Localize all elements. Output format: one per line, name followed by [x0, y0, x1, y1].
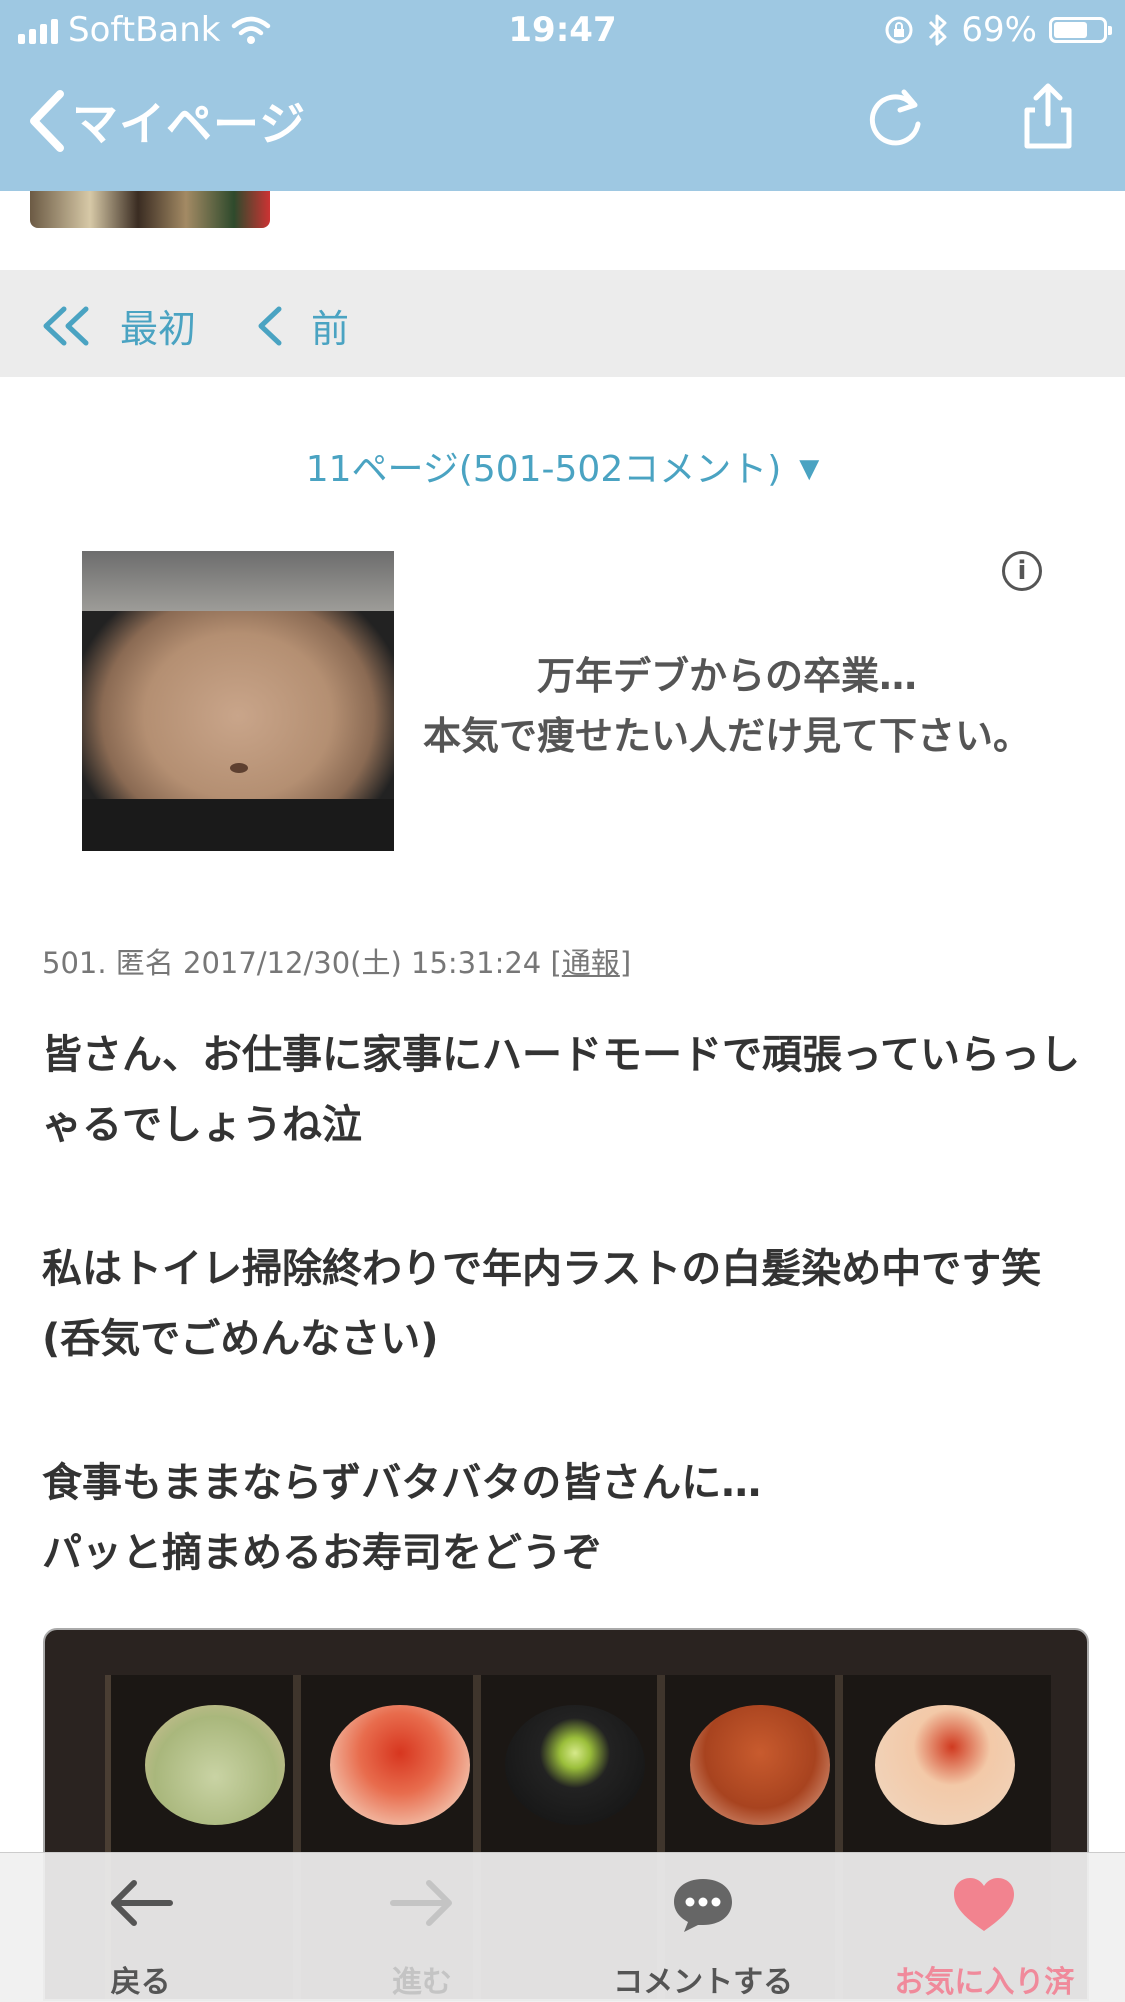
report-bracket-close: ] — [619, 946, 632, 980]
back-label: 戻る — [110, 1965, 171, 2000]
favorite-button[interactable]: お気に入り済 — [844, 1853, 1125, 2002]
forward-button[interactable]: 進む — [281, 1853, 562, 2002]
speech-bubble-icon — [674, 1879, 733, 1932]
pager-bar: 最初 前 — [0, 270, 1125, 377]
heart-icon — [954, 1878, 1015, 1931]
first-page-label: 最初 — [120, 307, 197, 351]
ad-line-1: 万年デブからの卒業… — [536, 654, 917, 698]
rotation-lock-icon — [885, 16, 913, 44]
comment-meta: 501. 匿名 2017/12/30(土) 15:31:24 [通報] — [42, 940, 631, 982]
arrow-right-icon — [389, 1880, 452, 1926]
dropdown-triangle-icon: ▼ — [799, 454, 820, 484]
ad-image — [82, 551, 394, 851]
previous-page-button[interactable]: 前 — [255, 298, 349, 353]
comment-header: 501. 匿名 2017/12/30(土) 15:31:24 — [42, 946, 542, 980]
forward-label: 進む — [391, 1965, 452, 2000]
navigation-bar: マイページ — [0, 62, 1125, 191]
ad-banner[interactable]: 万年デブからの卒業… 本気で痩せたい人だけ見て下さい。 i — [82, 551, 1042, 851]
ad-line-2: 本気で痩せたい人だけ見て下さい。 — [422, 714, 1031, 758]
comment-paragraph: 皆さん、お仕事に家事にハードモードで頑張っていらっしゃるでしょうね泣 — [42, 1032, 1080, 1148]
battery-icon — [1049, 17, 1112, 43]
back-button[interactable]: 戻る — [0, 1853, 281, 2002]
report-link[interactable]: 通報 — [562, 946, 620, 980]
first-page-button[interactable]: 最初 — [40, 298, 196, 353]
bluetooth-icon — [929, 14, 947, 46]
arrow-left-icon — [110, 1880, 173, 1926]
battery-fill — [1054, 22, 1087, 38]
info-icon[interactable]: i — [1002, 551, 1042, 591]
back-label: マイページ — [72, 97, 307, 151]
share-icon[interactable] — [1013, 82, 1083, 152]
comment-paragraph: 私はトイレ掃除終わりで年内ラストの白髪染め中です笑(呑気でごめんなさい) — [42, 1246, 1042, 1362]
bottom-toolbar: 戻る 進む コメントする お気に入り済 — [0, 1852, 1125, 2002]
reload-icon[interactable] — [860, 82, 930, 152]
status-bar: SoftBank 19:47 69% — [0, 0, 1125, 62]
ad-text: 万年デブからの卒業… 本気で痩せたい人だけ見て下さい。 — [412, 646, 1042, 766]
chevron-left-icon — [30, 90, 64, 152]
comment-label: コメントする — [613, 1965, 794, 2000]
comment-button[interactable]: コメントする — [563, 1853, 844, 2002]
back-to-mypage-button[interactable]: マイページ — [24, 86, 306, 156]
comment-paragraph: 食事もままならずバタバタの皆さんに… パッと摘まめるお寿司をどうぞ — [42, 1460, 762, 1576]
battery-percent: 69% — [961, 10, 1037, 50]
previous-page-label: 前 — [311, 307, 350, 351]
comment-body: 皆さん、お仕事に家事にハードモードで頑張っていらっしゃるでしょうね泣 私はトイレ… — [42, 1020, 1082, 1588]
page-selector-label: 11ページ(501-502コメント) — [305, 449, 782, 490]
report-bracket-open: [ — [550, 946, 562, 980]
favorite-label: お気に入り済 — [894, 1965, 1075, 2000]
status-right: 69% — [883, 10, 1112, 50]
page-selector[interactable]: 11ページ(501-502コメント) ▼ — [0, 440, 1125, 492]
double-chevron-left-icon — [43, 306, 89, 345]
previous-comment-image[interactable] — [30, 191, 270, 228]
chevron-left-icon — [258, 306, 282, 345]
